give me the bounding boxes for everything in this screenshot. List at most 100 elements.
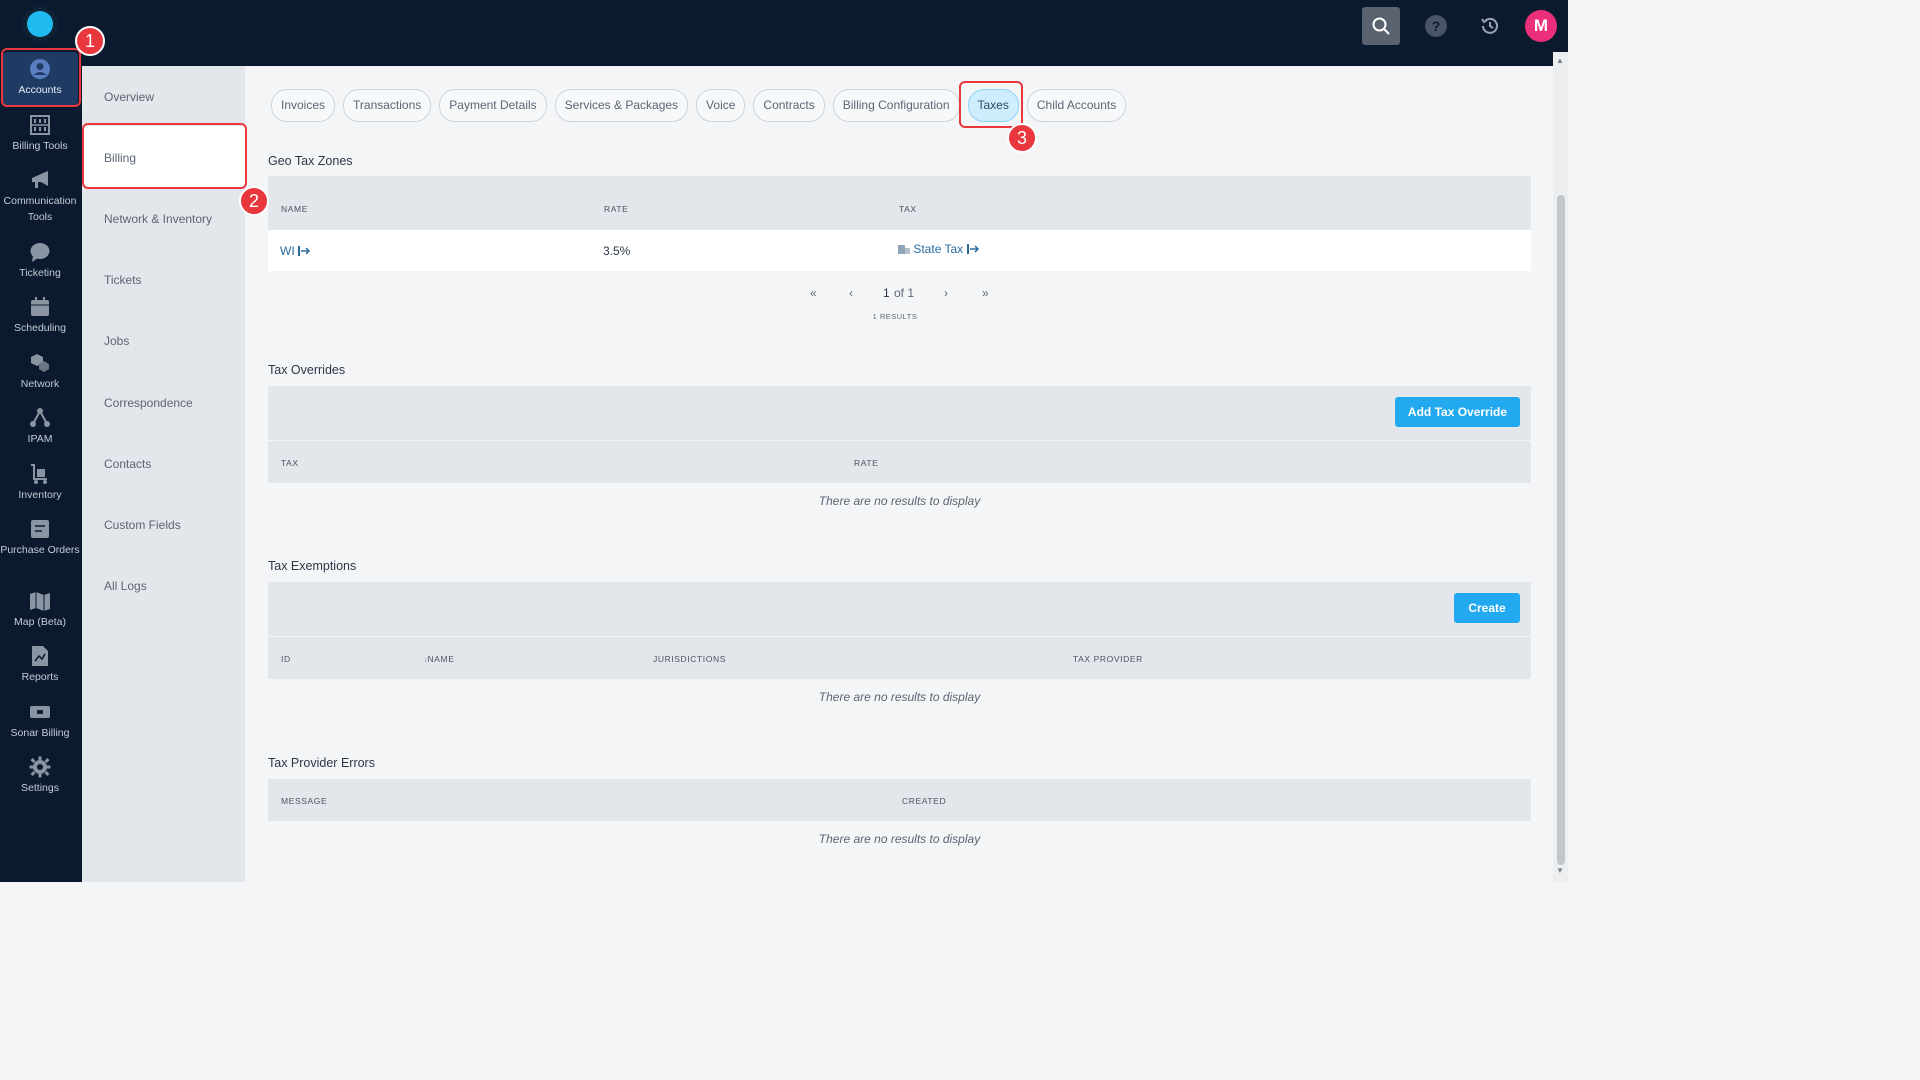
search-button[interactable] xyxy=(1362,7,1400,45)
tab-services-packages[interactable]: Services & Packages xyxy=(554,89,689,122)
subnav-item-custom-fields[interactable]: Custom Fields xyxy=(104,518,181,532)
calendar-icon xyxy=(31,297,49,316)
rail-item-purchase-orders[interactable]: Purchase Orders xyxy=(0,518,80,558)
annotation-box-accounts xyxy=(1,48,81,107)
subnav-item-network-inventory[interactable]: Network & Inventory xyxy=(104,212,212,226)
prev-page-button[interactable]: ‹ xyxy=(849,286,853,300)
tab-transactions[interactable]: Transactions xyxy=(343,89,432,122)
top-bar: ? M xyxy=(0,0,1568,52)
help-icon[interactable]: ? xyxy=(1425,15,1447,37)
table-row: WI 3.5% State Tax xyxy=(268,230,1531,271)
rail-label: IPAM xyxy=(27,433,53,445)
empty-message: There are no results to display xyxy=(818,690,981,704)
zone-name-link[interactable]: WI xyxy=(280,244,311,258)
subnav-item-tickets[interactable]: Tickets xyxy=(104,273,142,287)
column-header-label: NAME xyxy=(427,654,455,664)
open-link-icon xyxy=(966,244,979,254)
rail-item-map[interactable]: Map (Beta) xyxy=(0,590,80,630)
tax-provider-errors-title: Tax Provider Errors xyxy=(268,756,375,770)
tax-exemptions-header: ID ⁝NAME JURISDICTIONS TAX PROVIDER xyxy=(268,637,1531,679)
column-header[interactable]: TAX xyxy=(281,458,299,468)
geo-tax-zones-header: NAME RATE TAX xyxy=(268,176,1531,230)
history-button[interactable] xyxy=(1478,14,1502,38)
column-header[interactable]: ⁝NAME xyxy=(425,654,454,664)
rail-item-communication-tools[interactable]: Communication Tools xyxy=(0,169,80,225)
tab-invoices[interactable]: Invoices xyxy=(271,89,336,122)
tab-voice[interactable]: Voice xyxy=(696,89,746,122)
next-page-button[interactable]: › xyxy=(944,286,948,300)
pagination: « ‹ 1 of 1 › » xyxy=(810,286,990,302)
empty-message: There are no results to display xyxy=(818,832,981,846)
rail-item-reports[interactable]: Reports xyxy=(0,645,80,685)
icon-rail: Accounts Billing Tools Communication Too… xyxy=(0,52,82,882)
page-count: of 1 xyxy=(894,286,915,300)
scroll-down-icon[interactable]: ▼ xyxy=(1556,866,1564,875)
rail-item-ipam[interactable]: IPAM xyxy=(0,407,80,447)
rail-item-sonar-billing[interactable]: Sonar Billing xyxy=(0,701,80,741)
tab-payment-details[interactable]: Payment Details xyxy=(439,89,547,122)
app-logo[interactable] xyxy=(22,6,58,42)
order-icon xyxy=(31,520,49,538)
tab-billing-configuration[interactable]: Billing Configuration xyxy=(832,89,960,122)
subnav-item-all-logs[interactable]: All Logs xyxy=(104,579,147,593)
zone-rate: 3.5% xyxy=(603,244,631,258)
add-tax-override-button[interactable]: Add Tax Override xyxy=(1395,397,1520,427)
tax-provider-errors-header: MESSAGE CREATED xyxy=(268,779,1531,821)
column-header[interactable]: MESSAGE xyxy=(281,796,327,806)
tax-exemptions-toolbar: Create xyxy=(268,582,1531,636)
scrollbar-thumb[interactable] xyxy=(1557,195,1565,865)
tax-overrides-header: TAX RATE xyxy=(268,441,1531,483)
rail-item-network[interactable]: Network xyxy=(0,352,80,392)
gear-icon xyxy=(29,756,51,778)
network-icon xyxy=(31,354,49,372)
rail-label: Scheduling xyxy=(14,322,66,334)
column-header[interactable]: NAME xyxy=(281,204,308,214)
rail-label: Reports xyxy=(21,671,59,683)
top-bar-strip xyxy=(82,52,1568,66)
ipam-icon xyxy=(30,408,50,427)
last-page-button[interactable]: » xyxy=(982,286,989,300)
rail-item-inventory[interactable]: Inventory xyxy=(0,463,80,503)
cart-icon xyxy=(31,464,47,484)
map-icon xyxy=(30,592,50,611)
rail-label: Communication Tools xyxy=(3,195,77,223)
column-header[interactable]: RATE xyxy=(854,458,878,468)
rail-item-scheduling[interactable]: Scheduling xyxy=(0,296,80,336)
annotation-box-taxes xyxy=(959,81,1023,128)
subnav-item-jobs[interactable]: Jobs xyxy=(104,334,129,348)
column-header[interactable]: TAX PROVIDER xyxy=(1073,654,1143,664)
tax-name: State Tax xyxy=(913,242,964,256)
history-icon xyxy=(1481,17,1498,34)
search-icon xyxy=(1372,17,1390,35)
scroll-up-icon[interactable]: ▲ xyxy=(1556,56,1564,65)
tax-overrides-title: Tax Overrides xyxy=(268,363,346,377)
report-icon xyxy=(32,646,48,666)
logo-circle-icon xyxy=(27,11,53,37)
rail-label: Purchase Orders xyxy=(0,544,80,556)
current-page[interactable]: 1 xyxy=(883,286,890,300)
rail-label: Map (Beta) xyxy=(14,616,66,628)
subnav-item-correspondence[interactable]: Correspondence xyxy=(104,396,193,410)
column-header[interactable]: ID xyxy=(281,654,291,664)
tax-link[interactable]: State Tax xyxy=(898,242,980,256)
tab-contracts[interactable]: Contracts xyxy=(753,89,825,122)
create-button[interactable]: Create xyxy=(1454,593,1520,623)
page-scrollbar[interactable]: ▲ ▼ xyxy=(1553,52,1568,882)
user-avatar[interactable]: M xyxy=(1525,10,1557,42)
rail-item-settings[interactable]: Settings xyxy=(0,756,80,796)
subnav-item-contacts[interactable]: Contacts xyxy=(104,457,151,471)
megaphone-icon xyxy=(32,171,48,188)
column-header[interactable]: RATE xyxy=(604,204,628,214)
rail-item-ticketing[interactable]: Ticketing xyxy=(0,241,80,281)
annotation-badge: 1 xyxy=(75,26,105,56)
empty-message: There are no results to display xyxy=(818,494,981,508)
tab-child-accounts[interactable]: Child Accounts xyxy=(1026,89,1127,122)
rail-label: Billing Tools xyxy=(12,140,68,152)
rail-item-billing-tools[interactable]: Billing Tools xyxy=(0,114,80,154)
building-icon xyxy=(898,245,910,254)
column-header[interactable]: JURISDICTIONS xyxy=(653,654,726,664)
column-header[interactable]: TAX xyxy=(899,204,917,214)
column-header[interactable]: CREATED xyxy=(902,796,946,806)
subnav-item-overview[interactable]: Overview xyxy=(104,90,154,104)
first-page-button[interactable]: « xyxy=(810,286,817,300)
